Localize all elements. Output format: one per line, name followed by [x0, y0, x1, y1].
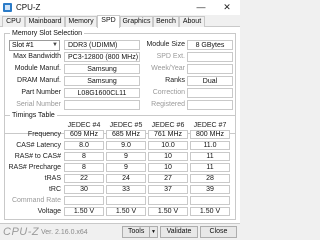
- timing-cell: 24: [106, 174, 146, 183]
- spd-ext-label: SPD Ext.: [156, 53, 185, 60]
- slot-select[interactable]: Slot #1 ▼: [9, 40, 60, 51]
- module-manuf-label: Module Manuf.: [14, 65, 61, 72]
- timing-cell: 1.50 V: [64, 207, 104, 216]
- column-header: JEDEC #6: [151, 122, 185, 129]
- tab-spd[interactable]: SPD: [97, 15, 120, 28]
- minimize-button[interactable]: —: [190, 0, 212, 15]
- timing-cell: 30: [64, 185, 104, 194]
- timing-cell: 11.0: [190, 141, 230, 150]
- tab-memory[interactable]: Memory: [65, 16, 97, 27]
- spd-panel: Memory Slot Selection Slot #1 ▼ DDR3 (UD…: [0, 27, 240, 224]
- frequency-label: Frequency: [27, 131, 61, 138]
- module-manuf-value: Samsung: [64, 64, 140, 74]
- timing-cell: [190, 196, 230, 205]
- cpu-z-brand-logo: CPU-Z: [3, 226, 40, 238]
- timing-cell: 9.0: [106, 141, 146, 150]
- chevron-down-icon[interactable]: ▼: [149, 227, 157, 237]
- slot-select-value: Slot #1: [12, 42, 34, 49]
- tab-bar: CPU Mainboard Memory SPD Graphics Bench …: [0, 15, 240, 28]
- timing-cell: [64, 196, 104, 205]
- timing-cell: 800 MHz: [190, 130, 230, 139]
- voltage-label: Voltage: [37, 208, 61, 215]
- tab-bench[interactable]: Bench: [153, 16, 179, 27]
- week-year-value: [187, 64, 233, 74]
- column-header: JEDEC #5: [109, 122, 143, 129]
- timing-cell: 11: [190, 152, 230, 161]
- spd-ext-value: [187, 52, 233, 62]
- ras-to-cas-label: RAS# to CAS#: [14, 153, 61, 160]
- timing-cell: 10.0: [148, 141, 188, 150]
- timing-cell: 9: [106, 152, 146, 161]
- trc-label: tRC: [48, 186, 61, 193]
- close-button[interactable]: Close: [200, 226, 237, 238]
- window-title: CPU-Z: [16, 3, 41, 12]
- timing-cell: 28: [190, 174, 230, 183]
- max-bandwidth-label: Max Bandwidth: [13, 53, 61, 60]
- correction-label: Correction: [152, 89, 185, 96]
- timings-table-group: Timings Table JEDEC #4 JEDEC #5 JEDEC #6…: [4, 111, 236, 220]
- ranks-label: Ranks: [165, 77, 185, 84]
- timing-cell: 1.50 V: [106, 207, 146, 216]
- timing-cell: 33: [106, 185, 146, 194]
- tools-button-label: Tools: [128, 228, 145, 235]
- timing-cell: [106, 196, 146, 205]
- serial-number-value: [64, 100, 140, 110]
- timing-cell: 11: [190, 163, 230, 172]
- close-window-button[interactable]: ✕: [216, 0, 238, 15]
- timing-cell: 685 MHz: [106, 130, 146, 139]
- command-rate-label: Command Rate: [11, 197, 61, 204]
- timing-cell: [148, 196, 188, 205]
- part-number-value: L08G1600CL11: [64, 88, 140, 98]
- timing-cell: 10: [148, 152, 188, 161]
- ranks-value: Dual: [187, 76, 233, 86]
- correction-value: [187, 88, 233, 98]
- dram-manuf-value: Samsung: [64, 76, 140, 86]
- timing-cell: 8: [64, 152, 104, 161]
- dram-manuf-label: DRAM Manuf.: [17, 77, 61, 84]
- timing-cell: 8: [64, 163, 104, 172]
- timing-cell: 39: [190, 185, 230, 194]
- timing-cell: 37: [148, 185, 188, 194]
- timing-cell: 27: [148, 174, 188, 183]
- serial-number-label: Serial Number: [16, 101, 61, 108]
- registered-label: Registered: [151, 101, 185, 108]
- timing-cell: 10: [148, 163, 188, 172]
- column-header: JEDEC #7: [193, 122, 227, 129]
- column-header: JEDEC #4: [67, 122, 101, 129]
- timing-cell: 761 MHz: [148, 130, 188, 139]
- tools-button[interactable]: Tools ▼: [122, 226, 158, 238]
- timing-cell: 9: [106, 163, 146, 172]
- memory-type-value: DDR3 (UDIMM): [64, 40, 140, 50]
- tab-about[interactable]: About: [179, 16, 205, 27]
- tab-graphics[interactable]: Graphics: [120, 16, 153, 27]
- max-bandwidth-value: PC3-12800 (800 MHz): [64, 52, 140, 62]
- ras-precharge-label: RAS# Precharge: [8, 164, 61, 171]
- chevron-down-icon: ▼: [52, 42, 58, 48]
- validate-button[interactable]: Validate: [160, 226, 198, 238]
- timing-cell: 22: [64, 174, 104, 183]
- timing-cell: 609 MHz: [64, 130, 104, 139]
- timing-cell: 8.0: [64, 141, 104, 150]
- footer-bar: CPU-Z Ver. 2.16.0.x64 Tools ▼ Validate C…: [0, 224, 240, 240]
- title-bar: CPU-Z — ✕: [0, 0, 240, 15]
- tras-label: tRAS: [44, 175, 61, 182]
- tab-cpu[interactable]: CPU: [2, 16, 25, 27]
- timings-table-title: Timings Table: [10, 111, 57, 120]
- timing-cell: 1.50 V: [190, 207, 230, 216]
- cas-latency-label: CAS# Latency: [16, 142, 61, 149]
- tab-mainboard[interactable]: Mainboard: [25, 16, 65, 27]
- timing-cell: 1.50 V: [148, 207, 188, 216]
- module-size-label: Module Size: [146, 41, 185, 48]
- registered-value: [187, 100, 233, 110]
- cpu-z-app-icon: [3, 3, 12, 12]
- memory-slot-group-title: Memory Slot Selection: [10, 29, 85, 38]
- version-label: Ver. 2.16.0.x64: [41, 229, 88, 236]
- part-number-label: Part Number: [21, 89, 61, 96]
- week-year-label: Week/Year: [151, 65, 185, 72]
- module-size-value: 8 GBytes: [187, 40, 233, 50]
